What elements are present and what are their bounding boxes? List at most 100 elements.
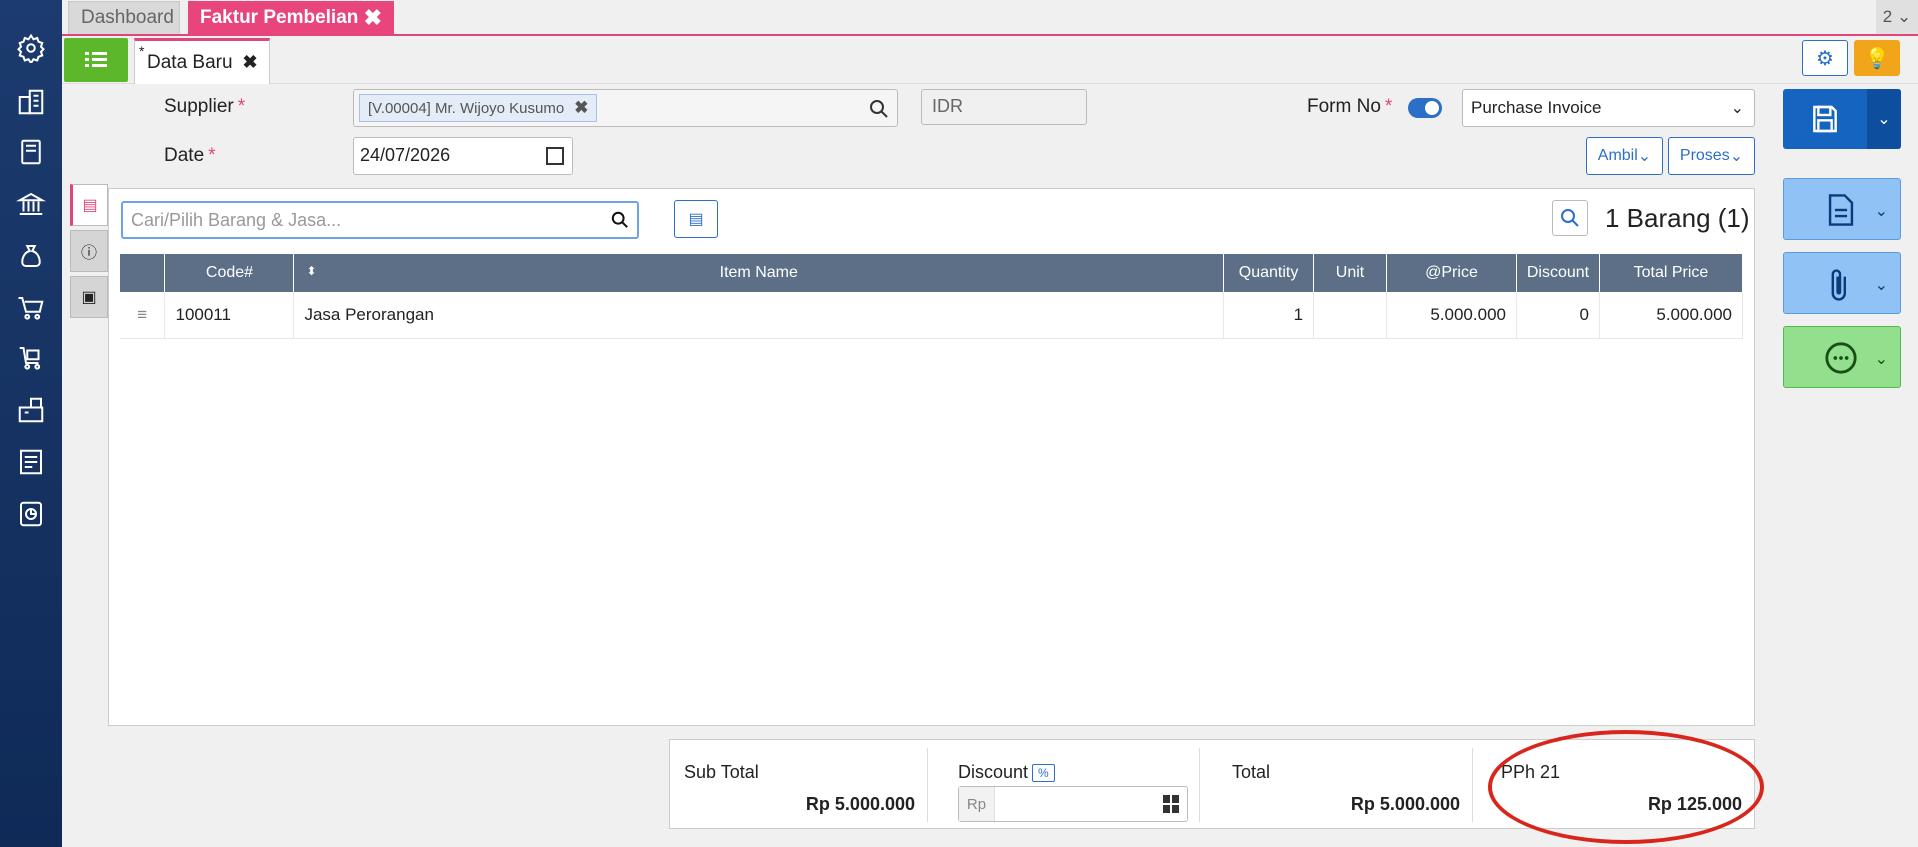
cart-icon[interactable] <box>15 292 47 324</box>
chevron-down-icon: ⌄ <box>1874 277 1888 294</box>
column-header-unit[interactable]: Unit <box>1313 254 1388 292</box>
supplier-field[interactable]: [V.00004] Mr. Wijoyo Kusumo ✖ <box>353 89 898 127</box>
percent-toggle[interactable]: % <box>1032 764 1055 783</box>
proses-button[interactable]: Proses ⌄ <box>1668 137 1755 175</box>
tab-data-baru[interactable]: * Data Baru ✖ <box>134 38 270 84</box>
item-search-input[interactable]: Cari/Pilih Barang & Jasa... <box>121 201 639 239</box>
settings-icon[interactable] <box>15 32 47 64</box>
money-bag-icon[interactable] <box>15 240 47 272</box>
total-cell: Total Rp 5.000.000 <box>1200 748 1473 822</box>
lightbulb-icon: 💡 <box>1864 47 1890 70</box>
date-value: 24/07/2026 <box>360 145 451 165</box>
annotation-highlight-circle <box>1488 730 1764 844</box>
cell-price[interactable]: 5.000.000 <box>1386 292 1517 339</box>
find-item-button[interactable] <box>1552 200 1588 236</box>
chevron-down-icon: ⌄ <box>1730 100 1744 117</box>
subtotal-cell: Sub Total Rp 5.000.000 <box>670 748 928 822</box>
tab-dashboard[interactable]: Dashboard <box>68 1 180 34</box>
auto-number-toggle[interactable] <box>1408 98 1442 118</box>
list-view-button[interactable] <box>64 38 128 82</box>
gear-icon: ⚙ <box>1816 47 1834 70</box>
cell-total-price[interactable]: 5.000.000 <box>1599 292 1744 339</box>
close-icon[interactable]: ✖ <box>243 52 258 73</box>
cell-code[interactable]: 100011 <box>164 292 295 339</box>
save-button[interactable]: ⌄ <box>1783 89 1901 149</box>
column-header-item-name[interactable]: ⬍ Item Name <box>293 254 1225 292</box>
sidebar <box>0 0 62 847</box>
calendar-icon[interactable] <box>546 147 564 165</box>
discount-label: Discount% <box>958 762 1055 783</box>
column-header-discount[interactable]: Discount <box>1516 254 1600 292</box>
tab-payment[interactable]: ▣ <box>70 276 108 318</box>
tips-button[interactable]: 💡 <box>1854 40 1900 76</box>
date-field[interactable]: 24/07/2026 <box>353 137 573 175</box>
ambil-button[interactable]: Ambil ⌄ <box>1586 137 1663 175</box>
close-icon[interactable]: ✖ <box>364 5 382 31</box>
column-header-code[interactable]: Code# <box>164 254 295 292</box>
items-table: Code# ⬍ Item Name Quantity Unit @Price Di… <box>120 254 1744 339</box>
payment-icon: ▣ <box>81 289 97 306</box>
document-icon: ▤ <box>82 197 98 214</box>
tab-items-detail[interactable]: ▤ <box>70 184 108 226</box>
tax-icon[interactable] <box>15 446 47 478</box>
currency-prefix: Rp <box>959 787 995 821</box>
unsaved-indicator: * <box>139 43 145 59</box>
paperclip-icon <box>1831 269 1846 301</box>
building-icon[interactable] <box>15 86 47 118</box>
column-header-quantity[interactable]: Quantity <box>1223 254 1315 292</box>
discount-cell: Discount% Rp <box>928 748 1200 822</box>
warehouse-icon[interactable] <box>15 394 47 426</box>
ledger-book-icon[interactable] <box>15 136 47 168</box>
subtotal-value: Rp 5.000.000 <box>805 794 915 814</box>
form-type-select[interactable]: Purchase Invoice ⌄ <box>1462 89 1755 127</box>
cell-item-name[interactable]: Jasa Perorangan <box>293 292 1225 339</box>
sort-icon[interactable]: ⬍ <box>306 264 316 278</box>
document-actions-button[interactable]: ⌄ <box>1783 178 1901 240</box>
more-icon <box>1825 342 1857 374</box>
window-count-dropdown[interactable]: 2 ⌄ <box>1876 0 1918 34</box>
search-icon[interactable] <box>869 99 889 119</box>
attachment-button[interactable]: ⌄ <box>1783 252 1901 314</box>
date-label: Date * <box>164 145 216 166</box>
item-count-label: 1 Barang (1) <box>1605 203 1750 233</box>
info-icon: ⓘ <box>80 245 97 262</box>
search-placeholder: Cari/Pilih Barang & Jasa... <box>131 210 342 230</box>
items-panel: Cari/Pilih Barang & Jasa... ▤ 1 Barang (… <box>108 188 1755 726</box>
cell-quantity[interactable]: 1 <box>1223 292 1315 339</box>
item-document-button[interactable]: ▤ <box>674 200 718 238</box>
document-icon: ▤ <box>688 211 704 228</box>
list-icon <box>85 52 107 67</box>
settings-button[interactable]: ⚙ <box>1802 40 1848 76</box>
subtotal-label: Sub Total <box>684 762 759 782</box>
purchase-cart-icon[interactable] <box>15 342 47 374</box>
chevron-down-icon: ⌄ <box>1874 203 1888 220</box>
clear-icon[interactable]: ✖ <box>574 98 588 118</box>
chevron-down-icon: ⌄ <box>1874 351 1888 368</box>
tab-label: Faktur Pembelian <box>200 6 359 28</box>
document-icon <box>1828 194 1854 226</box>
more-actions-button[interactable]: ⌄ <box>1783 326 1901 388</box>
currency-field: IDR <box>921 89 1087 125</box>
calculator-icon[interactable] <box>1163 795 1179 813</box>
bank-icon[interactable] <box>15 188 47 220</box>
table-row[interactable]: ≡ 100011 Jasa Perorangan 1 5.000.000 0 5… <box>120 292 1744 339</box>
tab-faktur-pembelian[interactable]: Faktur Pembelian ✖ <box>188 1 394 34</box>
drag-handle-icon[interactable]: ≡ <box>120 292 166 339</box>
report-chart-icon[interactable] <box>15 498 47 530</box>
cell-unit[interactable] <box>1313 292 1388 339</box>
column-header-total-price[interactable]: Total Price <box>1599 254 1744 292</box>
column-header-price[interactable]: @Price <box>1386 254 1517 292</box>
tab-info[interactable]: ⓘ <box>70 230 108 272</box>
tab-label: Data Baru <box>147 51 233 73</box>
total-label: Total <box>1232 762 1271 782</box>
supplier-chip: [V.00004] Mr. Wijoyo Kusumo ✖ <box>359 94 598 122</box>
total-value: Rp 5.000.000 <box>1350 794 1460 814</box>
save-icon <box>1813 105 1837 133</box>
chevron-down-icon: ⌄ <box>1637 148 1652 165</box>
save-options-dropdown[interactable]: ⌄ <box>1867 89 1901 149</box>
search-icon <box>1561 209 1579 227</box>
discount-input[interactable]: Rp <box>958 786 1188 822</box>
cell-discount[interactable]: 0 <box>1516 292 1600 339</box>
top-tab-bar: Dashboard Faktur Pembelian ✖ 2 ⌄ <box>62 0 1918 36</box>
search-icon[interactable] <box>611 211 629 229</box>
